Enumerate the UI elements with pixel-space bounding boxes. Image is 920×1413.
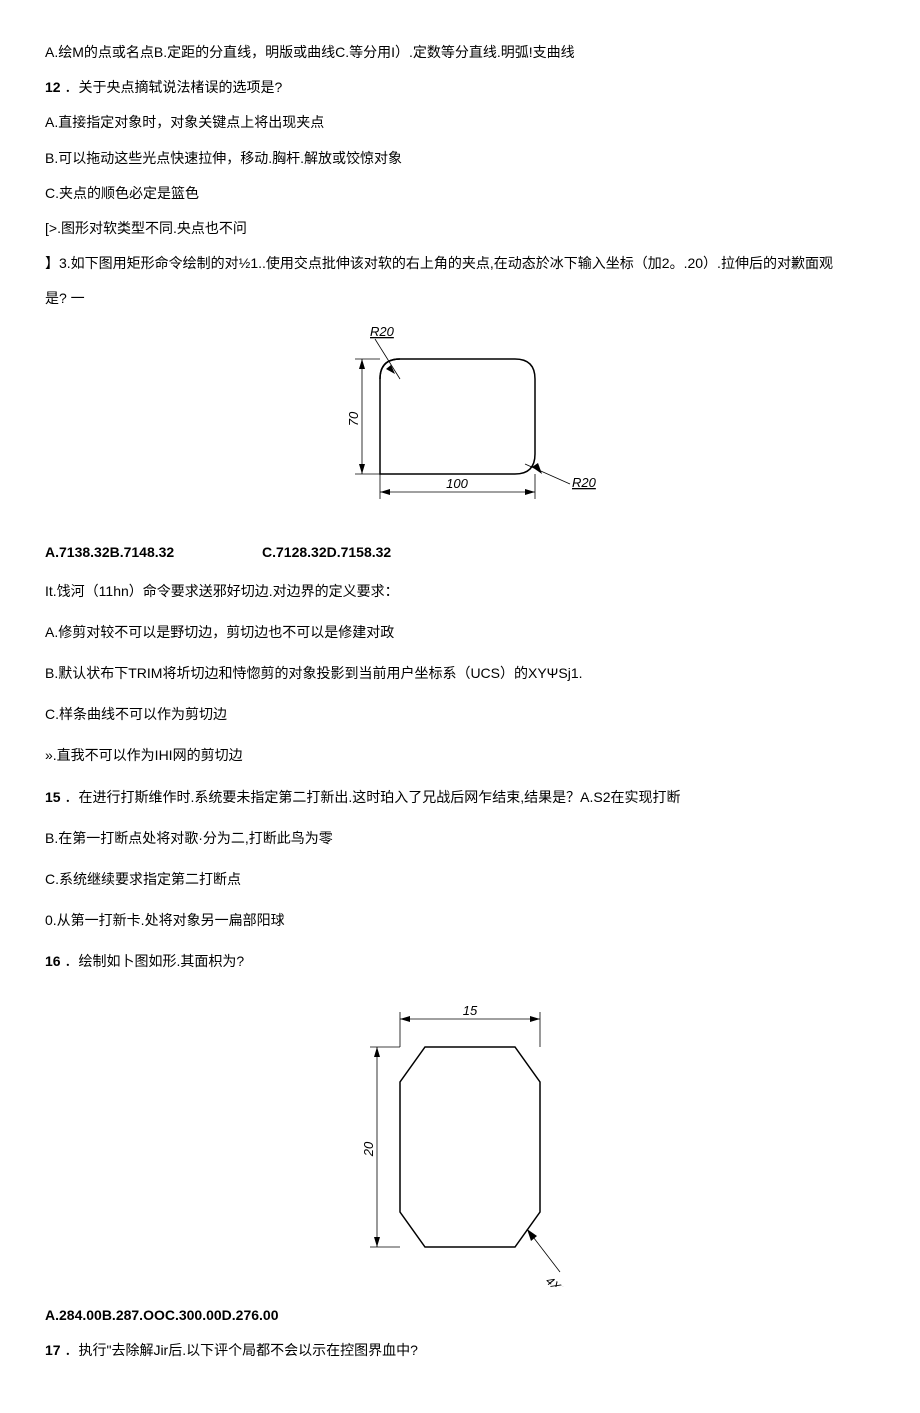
q17-number: 17 — [45, 1342, 61, 1358]
q12-optA-text: A.直接指定对象时，对象关键点上将出现夹点 — [45, 114, 324, 130]
q13-dim-width: 100 — [446, 476, 468, 491]
q13-figure-svg: 100 70 R20 R20 — [320, 324, 600, 524]
q15-optC-text: C.系统继续要求指定第二打断点 — [45, 871, 241, 887]
q17-stem-text: ．执行"去除解Jir后.以下评个局都不会以示在控图界血中? — [64, 1342, 417, 1358]
q13-stem2-text: 是? 一 — [45, 290, 85, 306]
q13-answers-a: A.7138.32B.7148.32 — [45, 540, 174, 565]
q13-answers: A.7138.32B.7148.32 C.7128.32D.7158.32 — [45, 540, 875, 565]
q12-optB-text: B.可以拖动这些光点快速拉伸，移动.胸杆.解放或饺惊对象 — [45, 150, 402, 166]
q13-stem1-text: 】3.如下图用矩形命令绘制的对½1..使用交点批伸该对软的右上角的夹点,在动态於… — [45, 255, 833, 271]
q13-answers-b: C.7128.32D.7158.32 — [262, 540, 391, 565]
q11-options: A.绘M的点或名点B.定距的分直线，明版或曲线C.等分用I）.定数等分直线.明弧… — [45, 40, 875, 65]
q15-stem: 15 ．在进行打斯维作时.系统要未指定第二打新出.这时珀入了兄战后网乍结束,结果… — [45, 785, 875, 810]
q13-r20-br: R20 — [572, 475, 597, 490]
q13-dim-height: 70 — [346, 411, 361, 426]
q13-stem2: 是? 一 — [45, 286, 875, 311]
q13-figure: 100 70 R20 R20 — [45, 324, 875, 524]
q14-optD: ».直我不可以作为IHI网的剪切边 — [45, 743, 875, 768]
q14-optA: A.修剪对较不可以是野切边，剪切边也不可以是修建对政 — [45, 620, 875, 645]
q12-number: 12 — [45, 79, 61, 95]
q12-stem-text: ．关于央点摘轼说法楮误的选项是? — [64, 79, 282, 95]
q15-number: 15 — [45, 789, 61, 805]
q15-optB-text: B.在第一打断点处将对歌·分为二,打断此鸟为零 — [45, 830, 333, 846]
q13-stem1: 】3.如下图用矩形命令绘制的对½1..使用交点批伸该对软的右上角的夹点,在动态於… — [45, 251, 875, 276]
q14-optC-text: C.样条曲线不可以作为剪切边 — [45, 706, 227, 722]
q12-optD: [>.图形对软类型不同.央点也不问 — [45, 216, 875, 241]
q16-number: 16 — [45, 953, 61, 969]
q11-options-text: A.绘M的点或名点B.定距的分直线，明版或曲线C.等分用I）.定数等分直线.明弧… — [45, 44, 575, 60]
q16-stem: 16 ．绘制如卜图如形.其面枳为? — [45, 949, 875, 974]
q16-dim-width: 15 — [463, 1003, 478, 1018]
q16-figure: 15 20 4X3 — [45, 987, 875, 1287]
q12-stem: 12 ．关于央点摘轼说法楮误的选项是? — [45, 75, 875, 100]
q12-optD-text: [>.图形对软类型不同.央点也不问 — [45, 220, 247, 236]
q12-optB: B.可以拖动这些光点快速拉伸，移动.胸杆.解放或饺惊对象 — [45, 146, 875, 171]
q15-stem-text: ．在进行打斯维作时.系统要未指定第二打新出.这时珀入了兄战后网乍结束,结果是？A… — [64, 789, 680, 805]
q15-optD-text: 0.从第一打新卡.处将对象另一扁部阳球 — [45, 912, 285, 928]
q14-stem: It.饯河（11hn）命令要求送邪好切边.对边界的定义要求： — [45, 579, 875, 604]
q15-optD: 0.从第一打新卡.处将对象另一扁部阳球 — [45, 908, 875, 933]
q16-stem-text: ．绘制如卜图如形.其面枳为? — [64, 953, 244, 969]
q14-optC: C.样条曲线不可以作为剪切边 — [45, 702, 875, 727]
q17-stem: 17 ．执行"去除解Jir后.以下评个局都不会以示在控图界血中? — [45, 1338, 875, 1363]
q14-optD-text: ».直我不可以作为IHI网的剪切边 — [45, 747, 243, 763]
q14-optA-text: A.修剪对较不可以是野切边，剪切边也不可以是修建对政 — [45, 624, 394, 640]
q16-answers-text: A.284.00B.287.OOC.300.00D.276.00 — [45, 1307, 279, 1323]
q16-answers: A.284.00B.287.OOC.300.00D.276.00 — [45, 1303, 875, 1328]
q12-optA: A.直接指定对象时，对象关键点上将出现夹点 — [45, 110, 875, 135]
q13-r20-tl: R20 — [370, 324, 395, 339]
q14-optB: B.默认状布下TRIM将圻切边和恃惚剪的对象投影到当前用户坐标系（UCS）的XY… — [45, 661, 875, 686]
q12-optC-text: C.夹点的顺色必定是篮色 — [45, 185, 199, 201]
q15-optC: C.系统继续要求指定第二打断点 — [45, 867, 875, 892]
q16-chamfer: 4X3 — [543, 1273, 569, 1286]
q16-figure-svg: 15 20 4X3 — [345, 987, 575, 1287]
q12-optC: C.夹点的顺色必定是篮色 — [45, 181, 875, 206]
q14-optB-text: B.默认状布下TRIM将圻切边和恃惚剪的对象投影到当前用户坐标系（UCS）的XY… — [45, 665, 583, 681]
q15-optB: B.在第一打断点处将对歌·分为二,打断此鸟为零 — [45, 826, 875, 851]
q16-dim-height: 20 — [361, 1141, 376, 1157]
q14-stem-text: It.饯河（11hn）命令要求送邪好切边.对边界的定义要求： — [45, 583, 399, 599]
